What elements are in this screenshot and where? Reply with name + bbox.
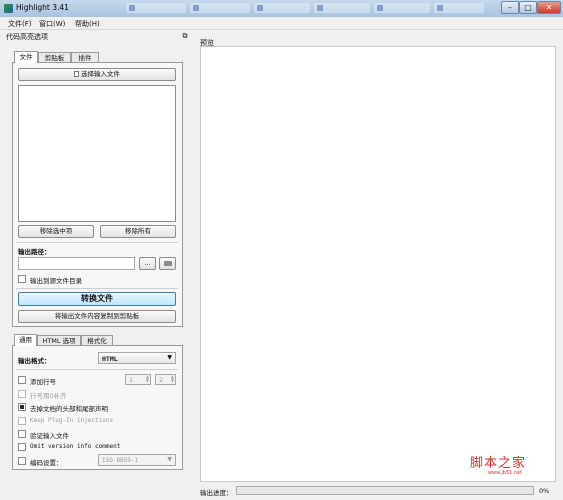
keep-plugin-injections-checkbox[interactable] bbox=[18, 417, 26, 425]
watermark-text: 脚本之家 bbox=[470, 456, 527, 471]
taskbar-ghost-tab bbox=[254, 3, 310, 13]
app-icon bbox=[4, 4, 13, 13]
output-path-label: 输出路径： bbox=[18, 248, 51, 256]
divider bbox=[16, 242, 178, 243]
menu-window[interactable]: 窗口(W) bbox=[39, 19, 65, 29]
select-input-button[interactable]: 选择输入文件 bbox=[18, 68, 176, 81]
remove-selected-button[interactable]: 移除选中项 bbox=[18, 225, 94, 238]
window-title: Highlight 3.41 bbox=[16, 3, 69, 12]
taskbar-ghost-tab bbox=[434, 3, 484, 13]
encoding-value: ISO-8859-1 bbox=[102, 457, 139, 464]
remove-all-button[interactable]: 移除所有 bbox=[100, 225, 176, 238]
preview-area[interactable] bbox=[200, 46, 556, 482]
add-line-numbers-checkbox[interactable] bbox=[18, 376, 26, 384]
omit-header-footer-label: 去掉文档的头部和尾部声明 bbox=[30, 405, 108, 413]
tab-file[interactable]: 文件 bbox=[14, 51, 38, 63]
file-icon bbox=[74, 71, 79, 77]
taskbar-ghost-tab bbox=[190, 3, 250, 13]
convert-button[interactable]: 转换文件 bbox=[18, 292, 176, 306]
output-format-label: 输出格式： bbox=[18, 357, 51, 365]
output-to-source-checkbox[interactable] bbox=[18, 275, 26, 283]
keep-plugin-injections-label: Keep Plug-In injections bbox=[30, 417, 114, 424]
encoding-label: 编码设置： bbox=[30, 459, 63, 467]
clear-path-button[interactable] bbox=[159, 257, 176, 270]
dock-title: 代码高亮选项 bbox=[6, 33, 48, 41]
output-format-select[interactable]: HTML ▼ bbox=[98, 352, 176, 364]
output-format-value: HTML bbox=[102, 355, 118, 363]
progress-bar bbox=[236, 486, 534, 495]
copy-to-clipboard-button[interactable]: 将输出文件内容复制到剪贴板 bbox=[18, 310, 176, 323]
omit-version-comment-label: Omit version info comment bbox=[30, 443, 121, 450]
taskbar-ghost-tab bbox=[314, 3, 370, 13]
browse-button[interactable]: ... bbox=[139, 257, 156, 270]
chevron-down-icon: ▼ bbox=[167, 456, 172, 463]
divider bbox=[16, 288, 178, 289]
chevron-down-icon: ▼ bbox=[167, 354, 172, 361]
zero-pad-checkbox[interactable] bbox=[18, 390, 26, 398]
omit-header-footer-checkbox[interactable] bbox=[18, 403, 26, 411]
title-bar[interactable]: Highlight 3.41 – □ ✕ bbox=[0, 0, 563, 17]
minimize-button[interactable]: – bbox=[501, 1, 519, 14]
spin-arrows-icon: ▲ ▼ bbox=[170, 374, 174, 383]
progress-label: 输出进度： bbox=[200, 489, 233, 497]
encoding-select[interactable]: ISO-8859-1 ▼ bbox=[98, 454, 176, 466]
dock-float-icon[interactable]: ⧉ bbox=[181, 32, 189, 40]
eraser-icon bbox=[164, 261, 172, 266]
tab-general[interactable]: 通用 bbox=[14, 334, 37, 346]
maximize-button[interactable]: □ bbox=[519, 1, 537, 14]
line-number-start-spinbox[interactable]: 1 ▲ ▼ bbox=[125, 374, 151, 385]
zero-pad-label: 行号用0补齐 bbox=[30, 392, 67, 400]
menu-help[interactable]: 帮助(H) bbox=[75, 19, 100, 29]
menu-file[interactable]: 文件(F) bbox=[8, 19, 32, 29]
add-line-numbers-label: 添加行号 bbox=[30, 378, 56, 386]
line-number-width-spinbox[interactable]: 2 ▲ ▼ bbox=[155, 374, 176, 385]
validate-input-label: 验证输入文件 bbox=[30, 432, 69, 440]
output-path-input[interactable] bbox=[18, 257, 135, 270]
divider bbox=[16, 369, 178, 370]
validate-input-checkbox[interactable] bbox=[18, 430, 26, 438]
watermark-url: www.jb51.net bbox=[488, 470, 523, 476]
input-file-list[interactable] bbox=[18, 85, 176, 222]
taskbar-ghost-tab bbox=[374, 3, 430, 13]
menu-bar: 文件(F) 窗口(W) 帮助(H) bbox=[0, 17, 563, 30]
output-to-source-label: 输出到源文件目录 bbox=[30, 277, 82, 285]
omit-version-comment-checkbox[interactable] bbox=[18, 443, 26, 451]
encoding-checkbox[interactable] bbox=[18, 457, 26, 465]
close-button[interactable]: ✕ bbox=[537, 1, 561, 14]
progress-value: 0% bbox=[539, 487, 550, 495]
taskbar-ghost-tab bbox=[126, 3, 186, 13]
spin-arrows-icon: ▲ ▼ bbox=[145, 374, 149, 383]
